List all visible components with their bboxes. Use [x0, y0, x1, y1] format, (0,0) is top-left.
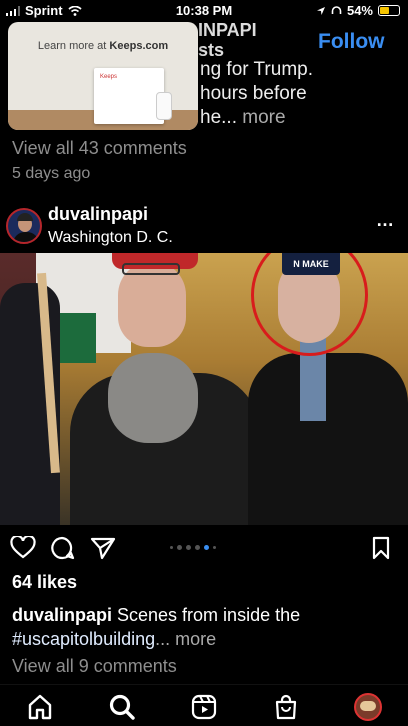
- previous-caption-line: hours before: [200, 83, 307, 104]
- post-image[interactable]: N MAKE: [0, 253, 408, 525]
- more-options-icon[interactable]: …: [376, 210, 395, 231]
- previous-caption-more-link[interactable]: more: [242, 107, 285, 128]
- profile-avatar-graphic: [360, 701, 376, 711]
- photo-man-right-jacket: [248, 353, 408, 525]
- ad-product-box: Keeps: [94, 68, 164, 124]
- battery-icon: [378, 5, 400, 16]
- profile-avatar[interactable]: [354, 693, 382, 721]
- photo-man-left-scarf: [108, 353, 198, 443]
- view-comments-link[interactable]: View all 9 comments: [12, 656, 177, 677]
- shop-icon[interactable]: [272, 693, 300, 721]
- bookmark-icon[interactable]: [370, 536, 392, 560]
- heart-icon[interactable]: [10, 536, 36, 560]
- location-arrow-icon: [316, 6, 325, 15]
- photo-man-left-glasses: [122, 263, 180, 275]
- ad-product-bottle: [156, 92, 172, 120]
- reels-icon[interactable]: [190, 693, 218, 721]
- carousel-dot: [195, 545, 200, 550]
- battery-fill: [380, 7, 390, 14]
- carousel-dot: [186, 545, 191, 550]
- status-right: 54%: [316, 3, 400, 18]
- bottom-navigation: [0, 684, 408, 726]
- previous-caption-line-last: he... more: [200, 106, 286, 130]
- previous-post-header: INPAPI sts: [198, 20, 257, 60]
- post-caption: duvalinpapi Scenes from inside the #usca…: [12, 603, 402, 651]
- caption-text: Scenes from inside the: [112, 605, 301, 625]
- headphones-icon: [331, 5, 342, 14]
- previous-post-timestamp: 5 days ago: [12, 165, 91, 182]
- ad-learn-more[interactable]: Learn more at Keeps.com: [8, 40, 198, 52]
- ad-learn-more-prefix: Learn more at: [37, 40, 107, 52]
- carousel-indicator: [170, 545, 216, 550]
- carousel-dot-active: [204, 545, 209, 550]
- carousel-dot: [213, 546, 216, 549]
- carousel-dot: [170, 546, 173, 549]
- caption-more-link[interactable]: ... more: [155, 629, 216, 649]
- carousel-dot: [177, 545, 182, 550]
- comment-icon[interactable]: [50, 536, 76, 560]
- avatar-hair: [17, 213, 33, 221]
- follow-button[interactable]: Follow: [318, 30, 385, 54]
- search-icon[interactable]: [108, 693, 136, 721]
- ad-product-brand: Keeps: [100, 74, 118, 80]
- previous-post-username[interactable]: INPAPI: [198, 20, 257, 40]
- caption-username[interactable]: duvalinpapi: [12, 605, 112, 625]
- post-username[interactable]: duvalinpapi: [48, 204, 148, 225]
- send-icon[interactable]: [90, 536, 116, 560]
- picture-in-picture-ad[interactable]: Learn more at Keeps.com Keeps: [8, 22, 198, 130]
- home-icon[interactable]: [26, 693, 54, 721]
- post-author-avatar[interactable]: [6, 208, 42, 244]
- like-count[interactable]: 64 likes: [12, 572, 77, 593]
- avatar-body: [13, 232, 39, 242]
- previous-view-comments-link[interactable]: View all 43 comments: [12, 138, 187, 159]
- ad-site-link[interactable]: Keeps.com: [109, 40, 168, 52]
- post-location[interactable]: Washington D. C.: [48, 229, 173, 247]
- previous-post-subtitle: sts: [198, 40, 225, 60]
- red-annotation-circle: [251, 253, 368, 356]
- status-bar: Sprint 10:38 PM 54%: [0, 0, 408, 22]
- caption-hashtag[interactable]: #uscapitolbuilding: [12, 629, 155, 649]
- battery-percent: 54%: [346, 3, 373, 18]
- previous-caption-text: he...: [200, 107, 237, 128]
- previous-caption-line: ng for Trump.: [200, 59, 313, 80]
